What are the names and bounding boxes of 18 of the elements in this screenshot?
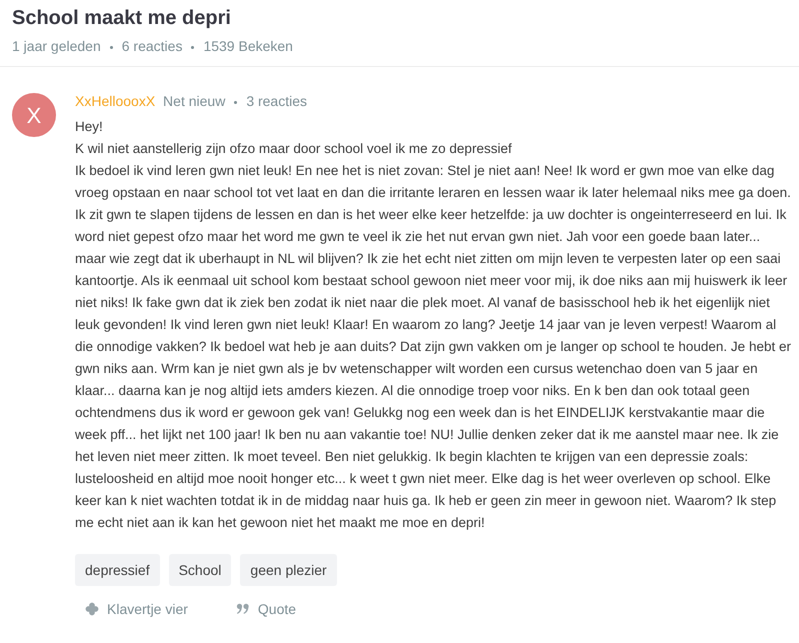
author-replies: 3 reacties	[246, 93, 308, 109]
tag-chip[interactable]: School	[168, 554, 232, 586]
avatar-initial: X	[12, 93, 56, 137]
thread-title: School maakt me depri	[12, 6, 232, 31]
tag-chip[interactable]: depressief	[75, 554, 160, 586]
post-paragraph: K wil niet aanstellerig zijn ofzo maar door school voel ik me zo depressief	[75, 140, 513, 158]
separator-dot-icon	[191, 46, 194, 49]
quote-icon	[236, 602, 250, 616]
separator-dot-icon	[110, 46, 113, 49]
post-paragraph: Hey!	[75, 118, 104, 136]
author-status: Net nieuw	[163, 93, 226, 109]
separator-dot-icon	[234, 100, 238, 104]
thread-meta-text: 1539 Bekeken	[203, 38, 293, 54]
tag-chip[interactable]: geen plezier	[240, 554, 337, 586]
post-paragraph: Ik bedoel ik vind leren gwn niet leuk! En nee het is niet zovan: Stel je niet aan! Nee! Ik word er gwn moe van elke dag vroeg opstaan en naar school tot vet laat en dan die irritante leraren en lessen waar ik later helemaal niks mee ga doen. Ik zit gwn te slapen tijdens de lessen en dan is het weer elke keer hetzelfde: ja uw dochter is ongeinterreseerd en lui. Ik word niet gepest ofzo maar het word me gwn te veel ik zie het nut ervan gwn niet. Jah voor een goede baan later... maar wie zegt dat ik uberhaupt in NL wil blijven? Ik zie het echt niet zitten om mijn leven te verpesten later op een saai kantoortje. Als ik eenmaal uit school kom bestaat school gewoon niet meer voor mij, ik doe niks aan mij huiswerk ik leer niet niks! Ik fake gwn dat ik ziek ben zodat ik niet naar die plek moet. Al vanaf de basisschool heb ik het eigenlijk niet leuk gevonden! Ik vind leren gwn niet leuk! Klaar! En waarom zo lang? Jeetje 14 jaar van je leven verpest! Waarom al die onnodige vakken? Ik bedoel wat heb je aan duits? Dat zijn gwn vakken om je langer op school te houden. Je hebt er gwn niks aan. Wrm kan je niet gwn als je bv wetenschapper wilt worden een cursus wetenchao doen van 5 jaar en klaar... daarna kan je nog altijd iets amders kiezen. Al die onnodige troep voor niks. En k ben dan ook totaal geen ochtendmens dus ik word er gewoon gek van! Gelukkg nog een week dan is het EINDELIJK kerstvakantie maar die week pff... het lijkt net 100 jaar! Ik ben nu aan vakantie toe! NU! Jullie denken zeker dat ik me aanstel maar nee. Ik zie het leven niet meer zitten. Ik moet teveel. Ben niet gelukkig. Ik begin klachten te krijgen van een depressie zoals: lusteloosheid en altijd moe nooit honger etc... k weet t gwn niet meer. Elke dag is het weer overleven op school. Elke keer kan k niet wachten totdat ik in de middag naar huis ga. Ik heb er geen zin meer in gewoon niet. Waarom? Ik step me echt niet aan ik kan het gewoon niet het maakt me moe en depri!	[75, 162, 791, 532]
thread-meta-text: 6 reacties	[122, 38, 182, 54]
thread-meta-text: 1 jaar geleden	[12, 38, 101, 54]
clover-icon	[85, 602, 99, 616]
